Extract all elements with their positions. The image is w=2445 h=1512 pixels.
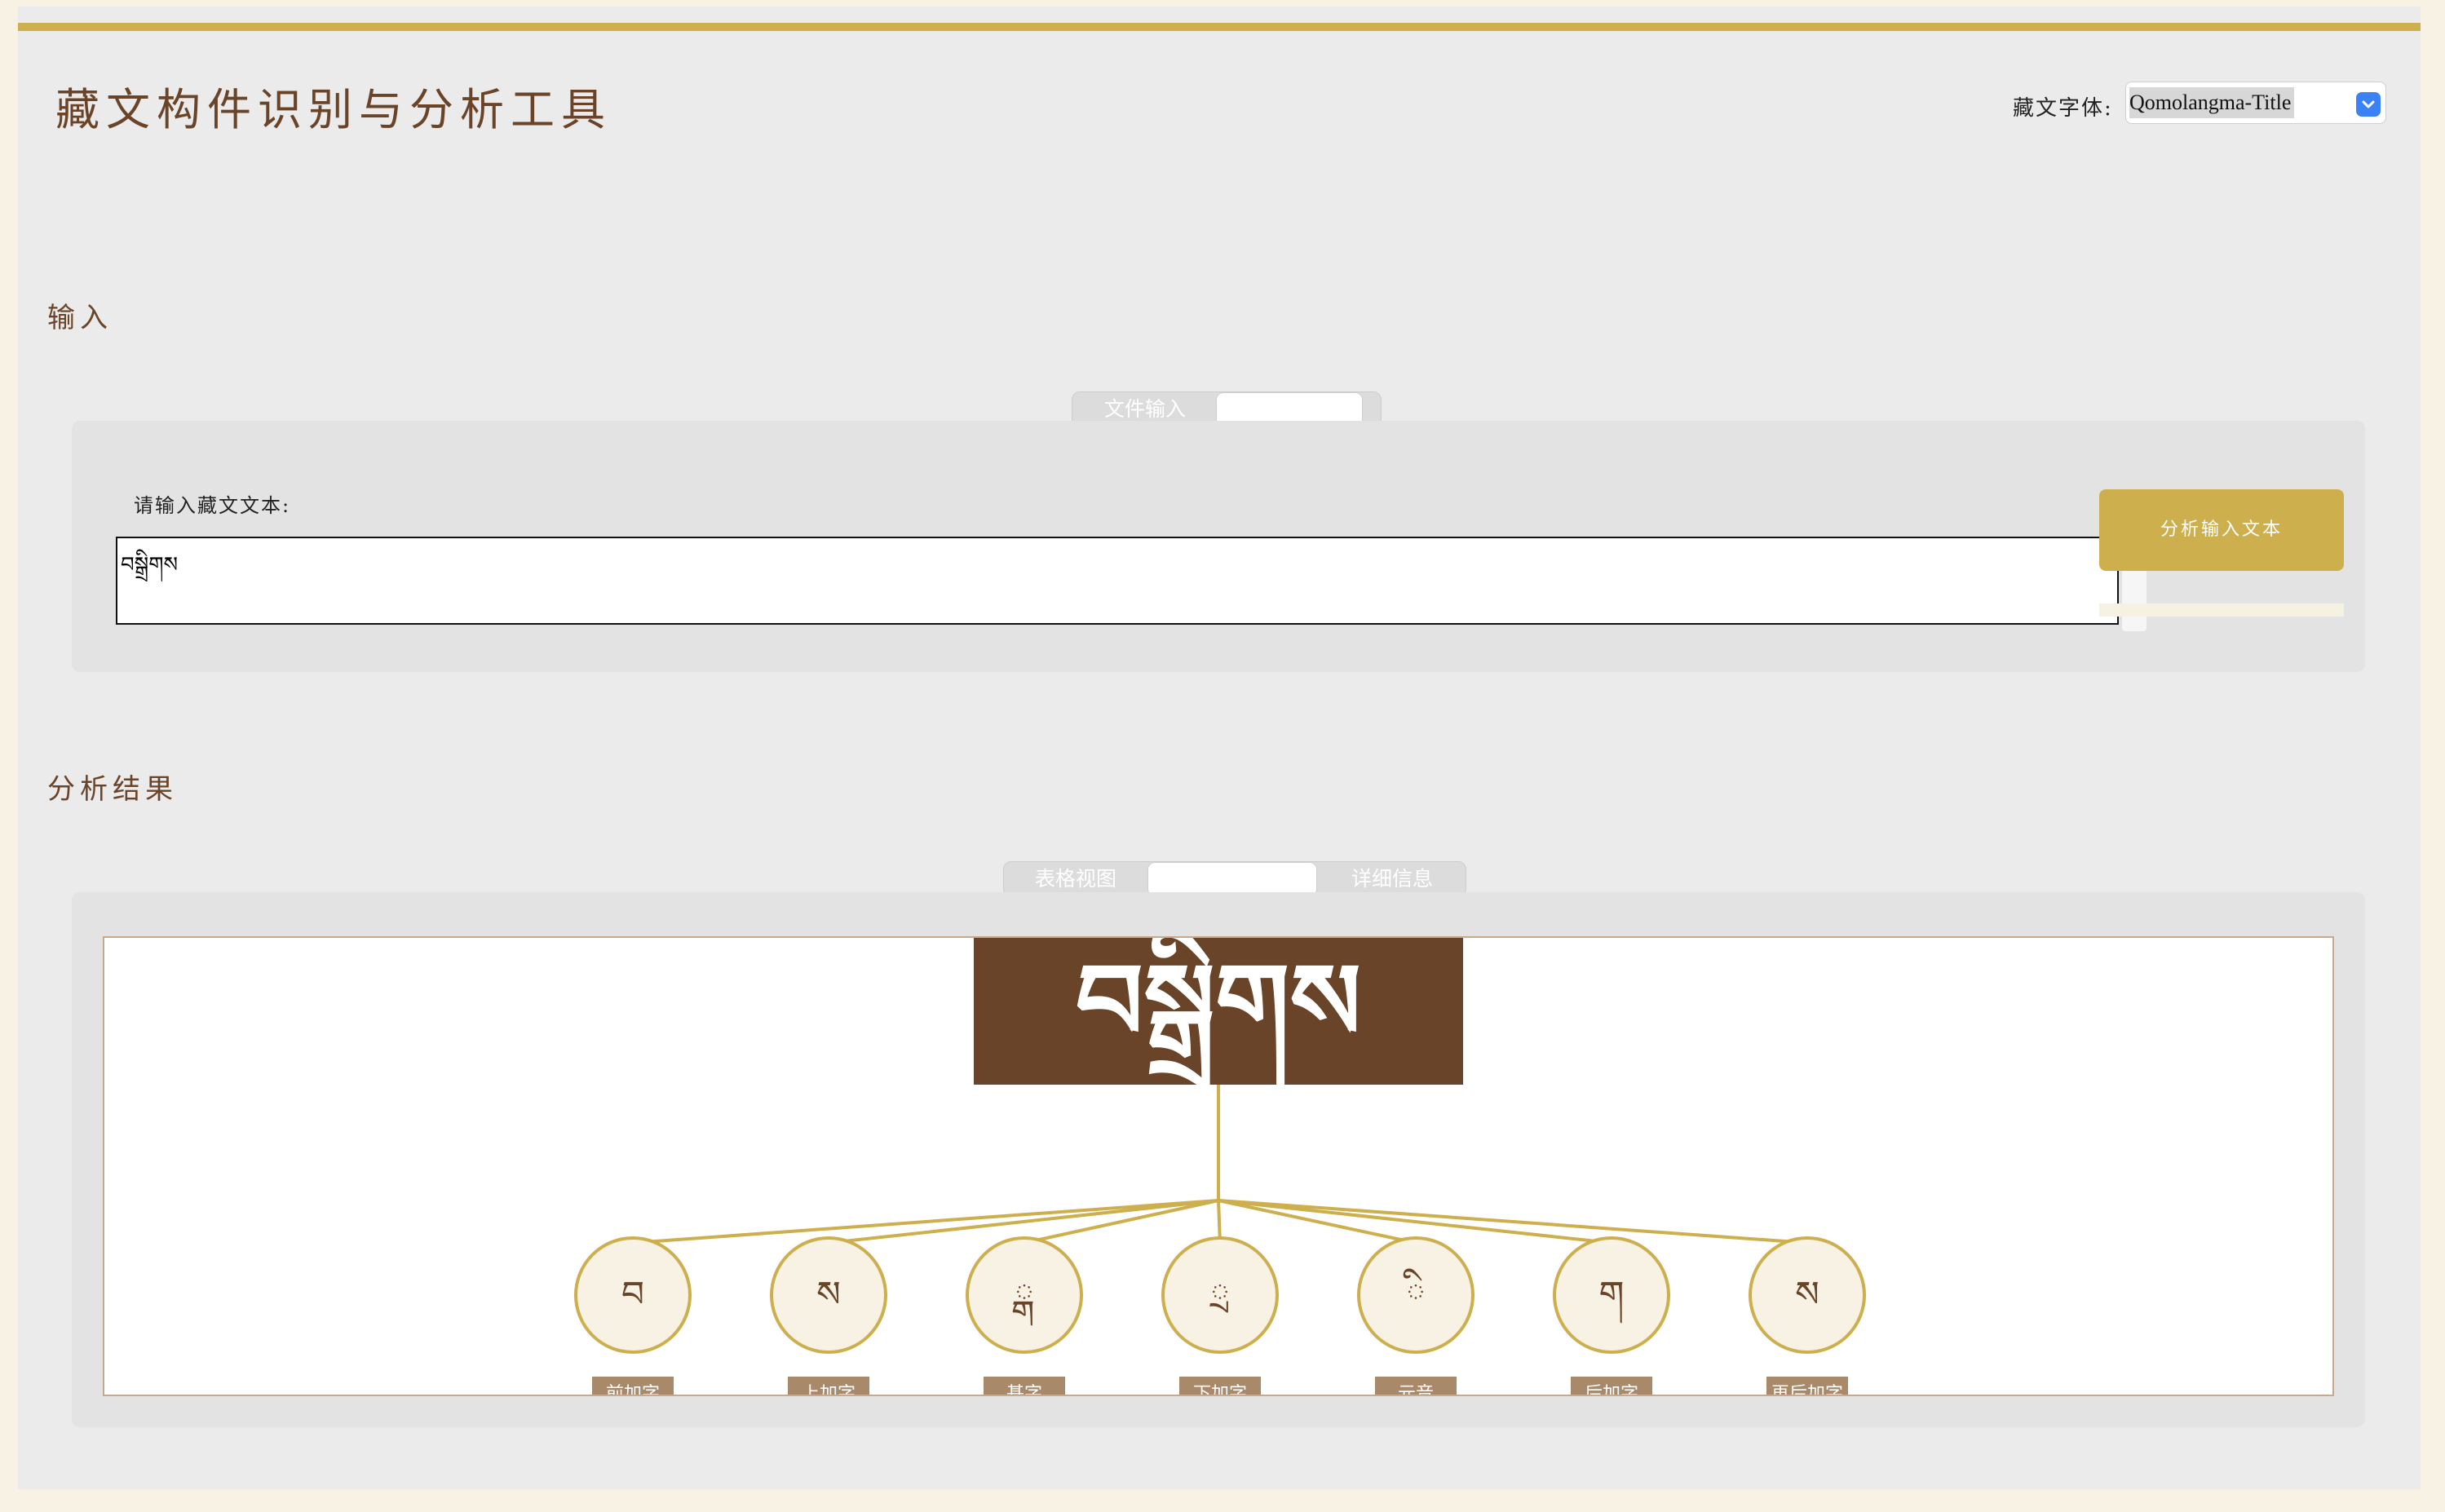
font-picker-label: 藏文字体:: [2013, 96, 2113, 121]
results-section-title: 分析结果: [47, 773, 178, 806]
component-role-label: 元音: [1398, 1384, 1434, 1395]
component-role-label: 再后加字: [1771, 1384, 1843, 1395]
tree-branch-line: [632, 1199, 1219, 1245]
page-title: 藏文构件识别与分析工具: [55, 84, 612, 135]
results-panel: བསྒྲིགས བ 前加字 ས 上加字 ◌ྒ 基字 ◌ྲ 下加字 ◌ི 元音 ག 后加字 ས 再后加字: [72, 892, 2365, 1427]
component-glyph: ས: [816, 1274, 841, 1315]
component-role-label: 上加字: [802, 1384, 856, 1395]
tab-detail-info[interactable]: 详细信息: [1317, 862, 1467, 896]
tab-tree-view[interactable]: [1147, 862, 1317, 896]
analyze-button[interactable]: 分析输入文本: [2099, 489, 2344, 571]
analysis-progress-bar: [2099, 603, 2344, 617]
component-glyph: ◌ི: [1403, 1268, 1426, 1315]
input-panel: 请输入藏文文本: བསྒྲིགས 分析输入文本: [72, 421, 2365, 672]
input-section-title: 输入: [47, 302, 113, 334]
app-frame: 藏文构件识别与分析工具 藏文字体: Qomolangma-Title 输入 文件…: [18, 7, 2421, 1489]
component-role-label: 前加字: [606, 1384, 660, 1395]
component-glyph: ◌ྲ: [1209, 1274, 1230, 1315]
header-rule: [18, 23, 2421, 31]
text-input-label: 请输入藏文文本:: [134, 494, 291, 517]
font-select[interactable]: Qomolangma-Title: [2125, 82, 2386, 124]
font-select-value: Qomolangma-Title: [2129, 87, 2295, 118]
tab-table-view[interactable]: 表格视图: [1004, 862, 1147, 896]
component-role-label: 后加字: [1585, 1384, 1638, 1395]
chevron-down-icon[interactable]: [2356, 92, 2381, 117]
component-role-label: 下加字: [1193, 1384, 1247, 1395]
tibetan-text-input[interactable]: བསྒྲིགས: [116, 537, 2119, 625]
component-tree: བསྒྲིགས བ 前加字 ས 上加字 ◌ྒ 基字 ◌ྲ 下加字 ◌ི 元音 ག 后加字 ས 再后加字: [103, 936, 2334, 1396]
component-tree-graph: བསྒྲིགསབ前加字ས上加字◌ྒ基字◌ྲ下加字◌ི元音ག后加字ས再后加字: [574, 938, 1866, 1395]
tree-branch-line: [1218, 1199, 1808, 1245]
component-glyph: ས: [1795, 1274, 1819, 1315]
component-role-label: 基字: [1006, 1384, 1042, 1395]
component-glyph: བ: [621, 1274, 644, 1315]
